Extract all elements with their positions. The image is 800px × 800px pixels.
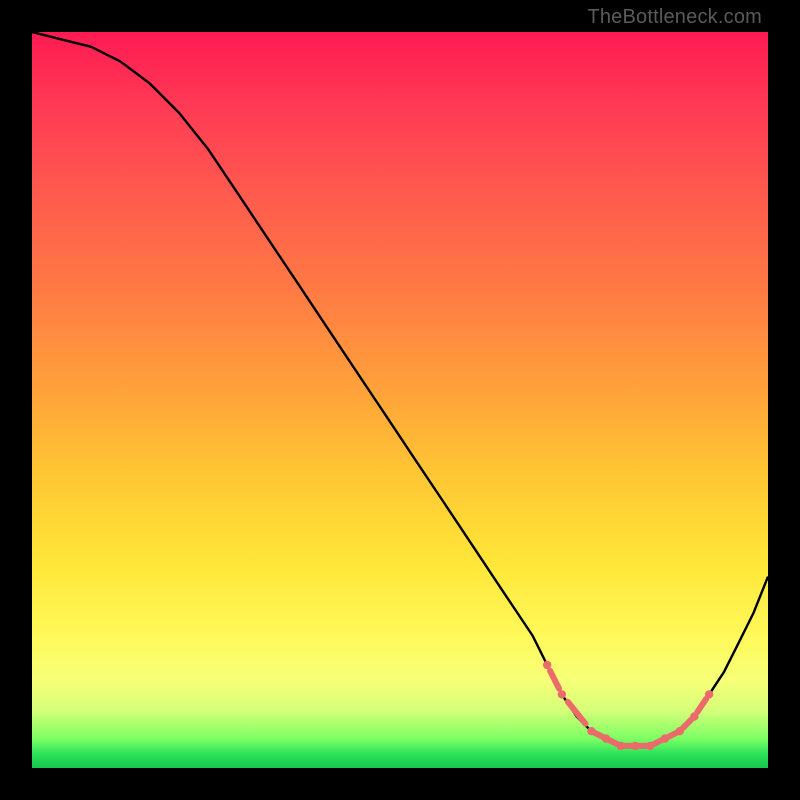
watermark-label: TheBottleneck.com bbox=[587, 6, 762, 29]
gradient-plot-background bbox=[32, 32, 768, 768]
chart-frame bbox=[32, 32, 768, 768]
